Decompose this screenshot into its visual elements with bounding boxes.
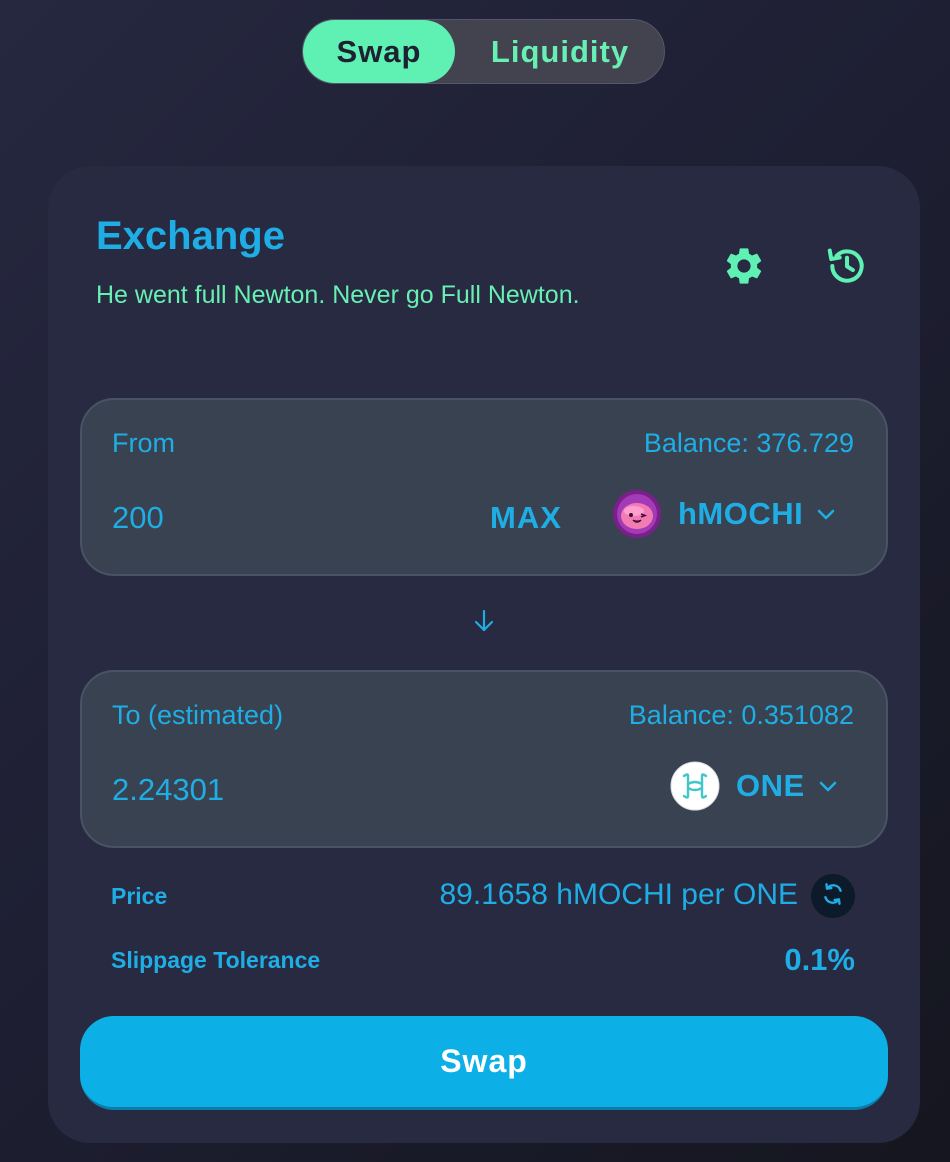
tab-swap[interactable]: Swap bbox=[303, 20, 455, 83]
price-label: Price bbox=[111, 883, 168, 909]
history-icon[interactable] bbox=[825, 244, 869, 288]
slippage-value[interactable]: 0.1% bbox=[784, 942, 855, 978]
to-balance: Balance: 0.351082 bbox=[628, 700, 854, 730]
from-token-selector[interactable]: hMOCHI bbox=[612, 486, 837, 542]
tab-liquidity[interactable]: Liquidity bbox=[455, 20, 665, 83]
refresh-icon bbox=[820, 881, 846, 912]
gear-icon[interactable] bbox=[722, 244, 766, 288]
chevron-down-icon bbox=[815, 503, 837, 525]
chevron-down-icon bbox=[817, 775, 839, 797]
swap-button[interactable]: Swap bbox=[80, 1016, 888, 1110]
refresh-price-button[interactable] bbox=[811, 874, 855, 918]
to-label: To (estimated) bbox=[112, 700, 284, 730]
max-button[interactable]: MAX bbox=[490, 500, 562, 536]
from-panel: From Balance: 376.729 200 MAX hMOCHI bbox=[80, 398, 888, 576]
to-panel: To (estimated) Balance: 0.351082 2.24301… bbox=[80, 670, 888, 848]
page-title: Exchange bbox=[96, 214, 285, 258]
switch-direction-arrow-icon[interactable] bbox=[472, 608, 496, 634]
to-token-symbol: ONE bbox=[736, 768, 805, 803]
from-amount-input[interactable]: 200 bbox=[112, 500, 412, 536]
price-value: 89.1658 hMOCHI per ONE bbox=[439, 878, 799, 911]
slippage-label: Slippage Tolerance bbox=[111, 947, 321, 973]
to-token-selector[interactable]: ONE bbox=[670, 758, 839, 814]
mode-toggle: Swap Liquidity bbox=[302, 19, 665, 84]
to-amount-input[interactable]: 2.24301 bbox=[112, 772, 412, 808]
harmony-one-token-icon bbox=[670, 761, 720, 811]
hmochi-token-icon bbox=[612, 489, 662, 539]
from-label: From bbox=[112, 428, 175, 458]
page-subtitle: He went full Newton. Never go Full Newto… bbox=[96, 281, 580, 309]
from-token-symbol: hMOCHI bbox=[678, 496, 804, 531]
from-balance: Balance: 376.729 bbox=[643, 428, 854, 458]
exchange-card: Exchange He went full Newton. Never go F… bbox=[48, 166, 920, 1143]
